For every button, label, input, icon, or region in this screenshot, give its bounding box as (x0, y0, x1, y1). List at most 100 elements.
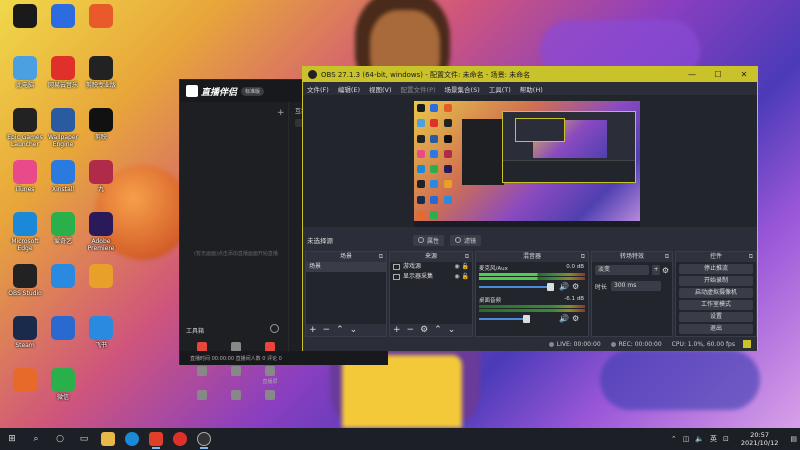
dock-float-icon[interactable]: ⧉ (379, 252, 383, 262)
control-button[interactable]: 工作室模式 (679, 300, 753, 310)
scene-item[interactable]: 场景 (306, 262, 386, 272)
menu-item[interactable]: 编辑(E) (338, 84, 360, 94)
windows-start-icon[interactable]: ⊞ (0, 428, 24, 450)
gear-icon[interactable]: ⚙ (572, 282, 579, 291)
minimize-icon[interactable]: — (679, 70, 705, 79)
add-source-icon[interactable]: + (393, 324, 401, 336)
speaker-icon[interactable]: 🔊 (559, 282, 569, 291)
desktop-icon[interactable]: 爱奇艺 (44, 212, 82, 262)
taskbar-explorer[interactable] (96, 428, 120, 450)
dock-float-icon[interactable]: ⧉ (581, 252, 585, 262)
notification-icon[interactable]: ▤ (790, 435, 797, 443)
desktop-icon[interactable]: 九 (82, 160, 120, 210)
taskbar-obs[interactable] (192, 428, 216, 450)
taskbar-edge[interactable] (120, 428, 144, 450)
desktop-icon[interactable] (82, 4, 120, 54)
maximize-icon[interactable]: ☐ (705, 70, 731, 79)
obs-window[interactable]: OBS 27.1.3 (64-bit, windows) - 配置文件: 未命名… (302, 66, 758, 351)
source-item[interactable]: 显示器采集 ◉ 🔓 (390, 272, 472, 282)
volume-slider[interactable]: 🔊 ⚙ (479, 282, 585, 292)
desktop-icon[interactable]: iTunes (6, 160, 44, 210)
menu-item[interactable]: 帮助(H) (520, 84, 543, 94)
slider-track[interactable] (479, 286, 549, 288)
cortana-icon[interactable]: ○ (48, 428, 72, 450)
input-language[interactable]: 英 (710, 434, 717, 444)
filters-button[interactable]: 滤镜 (450, 234, 482, 246)
move-down-icon[interactable]: ⌄ (350, 324, 358, 336)
control-button[interactable]: 停止推流 (679, 264, 753, 274)
task-view-icon[interactable]: ▭ (72, 428, 96, 450)
network-icon[interactable]: ◫ (683, 435, 690, 443)
desktop-icon[interactable]: 此电脑 (6, 56, 44, 106)
properties-button[interactable]: 属性 (413, 234, 445, 246)
gear-icon[interactable]: ⚙ (662, 266, 669, 275)
desktop-icon[interactable]: 剪映专业版 (82, 56, 120, 106)
desktop-icon[interactable] (44, 264, 82, 314)
volume-icon[interactable]: 🔈 (695, 435, 704, 443)
search-icon[interactable]: ⌕ (24, 428, 48, 450)
dock-float-icon[interactable]: ⧉ (665, 252, 669, 262)
duration-input[interactable]: 300 ms (611, 281, 662, 291)
volume-slider[interactable]: 🔊 ⚙ (479, 314, 585, 324)
desktop-icon[interactable]: Xinstall (44, 160, 82, 210)
add-scene-icon[interactable]: + (309, 324, 317, 336)
desktop-icon[interactable] (44, 4, 82, 54)
desktop-icon[interactable]: 剪映 (82, 108, 120, 158)
dock-float-icon[interactable]: ⧉ (749, 252, 753, 262)
close-icon[interactable]: ✕ (731, 70, 757, 79)
menu-item[interactable]: 视图(V) (369, 84, 392, 94)
gear-icon[interactable]: ⚙ (572, 314, 579, 323)
speaker-icon[interactable]: 🔊 (559, 314, 569, 323)
zhibo-tool[interactable] (220, 390, 252, 420)
taskbar-netease[interactable] (168, 428, 192, 450)
desktop-icon[interactable]: Steam (6, 316, 44, 366)
ime-icon[interactable]: ⊡ (723, 435, 729, 443)
zhibo-tool[interactable] (186, 390, 218, 420)
desktop-icon[interactable] (44, 316, 82, 366)
move-up-icon[interactable]: ⌃ (336, 324, 344, 336)
desktop-icon[interactable]: Adobe Premiere (82, 212, 120, 262)
zhibo-tool[interactable] (254, 390, 286, 420)
source-settings-icon[interactable]: ⚙ (420, 324, 428, 336)
desktop-icon[interactable]: 微信 (44, 368, 82, 418)
desktop-icon[interactable]: Epic Games Launcher (6, 108, 44, 158)
desktop-icon[interactable] (6, 4, 44, 54)
menu-item[interactable]: 工具(T) (489, 84, 511, 94)
move-down-icon[interactable]: ⌄ (448, 324, 456, 336)
taskbar-zhibo[interactable] (144, 428, 168, 450)
control-button[interactable]: 退出 (679, 324, 753, 334)
menu-item[interactable]: 文件(F) (307, 84, 329, 94)
transition-select[interactable]: 淡变 (595, 265, 650, 275)
desktop-icon[interactable]: Microsoft Edge (6, 212, 44, 262)
source-item[interactable]: 游戏源 ◉ 🔓 (390, 262, 472, 272)
remove-source-icon[interactable]: − (407, 324, 415, 336)
remove-scene-icon[interactable]: − (323, 324, 331, 336)
slider-track[interactable] (479, 318, 525, 320)
visibility-lock-icon[interactable]: ◉ 🔓 (454, 262, 469, 272)
mixer-dock-header: 混音器 ⧉ (476, 252, 588, 262)
control-button[interactable]: 启动虚拟摄像机 (679, 288, 753, 298)
desktop-icon[interactable]: OBS Studio (6, 264, 44, 314)
add-icon[interactable]: + (277, 108, 285, 118)
slider-knob[interactable] (547, 283, 554, 291)
add-transition-button[interactable]: + (652, 265, 660, 275)
tray-chevron-icon[interactable]: ⌃ (671, 435, 677, 443)
menu-item[interactable]: 配置文件(P) (401, 84, 436, 94)
control-button[interactable]: 设置 (679, 312, 753, 322)
slider-knob[interactable] (523, 315, 530, 323)
more-icon[interactable] (270, 324, 279, 333)
desktop-icon[interactable]: 网易云音乐 (44, 56, 82, 106)
obs-titlebar[interactable]: OBS 27.1.3 (64-bit, windows) - 配置文件: 未命名… (303, 67, 757, 82)
obs-preview-canvas[interactable] (414, 101, 640, 227)
dock-float-icon[interactable]: ⧉ (465, 252, 469, 262)
desktop-icon[interactable]: 飞书 (82, 316, 120, 366)
move-up-icon[interactable]: ⌃ (434, 324, 442, 336)
obs-preview-area[interactable] (303, 95, 757, 227)
clock[interactable]: 20:57 2021/10/12 (738, 431, 781, 447)
desktop-icon[interactable] (6, 368, 44, 418)
desktop-icon[interactable]: Wallpaper Engine (44, 108, 82, 158)
visibility-lock-icon[interactable]: ◉ 🔓 (454, 272, 469, 282)
desktop-icon[interactable] (82, 264, 120, 314)
menu-item[interactable]: 场景集合(S) (445, 84, 480, 94)
control-button[interactable]: 开始录制 (679, 276, 753, 286)
